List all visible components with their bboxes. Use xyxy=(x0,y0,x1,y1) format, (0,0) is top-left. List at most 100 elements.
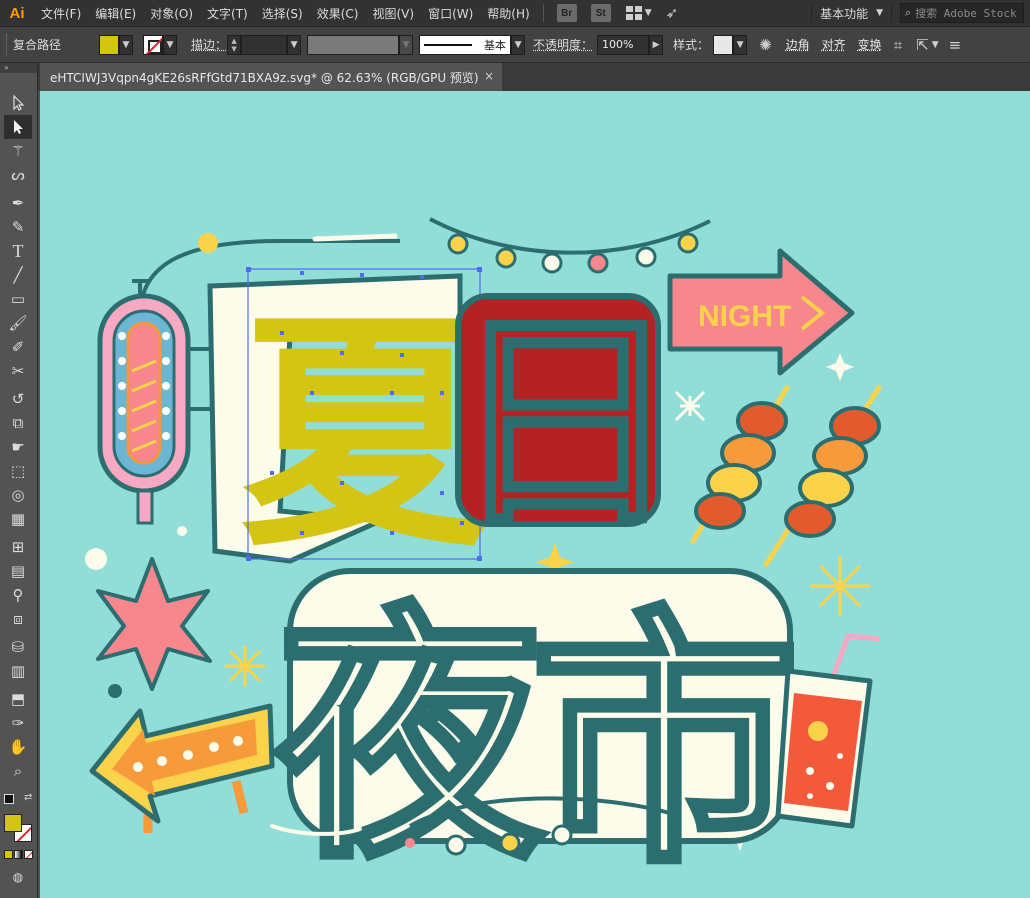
rotate-tool-icon[interactable]: ↺ xyxy=(4,387,32,411)
variable-width-field[interactable] xyxy=(307,34,400,55)
default-colors-icon[interactable] xyxy=(4,794,14,804)
arrange-documents-icon[interactable] xyxy=(625,6,642,20)
fill-dropdown[interactable]: ▼ xyxy=(119,34,134,55)
transform-button[interactable]: 变换 xyxy=(858,36,882,53)
symbol-sprayer-tool-icon[interactable]: ⛁ xyxy=(4,635,32,659)
variable-width-dropdown[interactable]: ▼ xyxy=(399,34,414,55)
select-similar-icon[interactable]: ⇱ xyxy=(916,36,929,54)
tools-collapse-button[interactable]: » xyxy=(0,63,37,73)
app-logo: Ai xyxy=(9,4,25,22)
opacity-expand[interactable]: ▶ xyxy=(649,34,664,55)
paintbrush-tool-icon[interactable]: 🖌 xyxy=(4,311,32,335)
swap-colors-icon[interactable]: ⇄ xyxy=(24,792,32,803)
menu-view[interactable]: 视图(V) xyxy=(365,0,421,27)
gradient-mode-button[interactable] xyxy=(14,850,23,859)
left-arrow-sign xyxy=(89,703,275,833)
isolate-selection-icon[interactable]: ⌗ xyxy=(894,36,902,54)
menu-effect[interactable]: 效果(C) xyxy=(310,0,366,27)
illustrator-window: Ai 文件(F) 编辑(E) 对象(O) 文字(T) 选择(S) 效果(C) 视… xyxy=(0,0,1030,898)
close-tab-icon[interactable]: × xyxy=(482,69,496,83)
chevron-down-icon: ▼ xyxy=(876,8,883,18)
stroke-swatch[interactable] xyxy=(143,34,164,55)
pen-tool-icon[interactable]: ✒ xyxy=(4,191,32,215)
lasso-tool-icon[interactable]: ᔕ xyxy=(4,163,32,187)
fill-swatch[interactable] xyxy=(99,34,120,55)
menu-file[interactable]: 文件(F) xyxy=(34,0,88,27)
document-title: eHTCIWJ3Vqpn4gKE26sRFfGtd71BXA9z.svg* @ … xyxy=(50,70,479,85)
skewer-left xyxy=(689,384,791,545)
workspace-switcher[interactable]: 基本功能 ▼ xyxy=(811,3,892,23)
scissors-tool-icon[interactable]: ✂ xyxy=(4,359,32,383)
stock-button[interactable]: St xyxy=(590,4,611,22)
artboard-canvas[interactable]: 夏 日 NIGHT 夜 市 xyxy=(40,91,1030,898)
menu-bar: Ai 文件(F) 编辑(E) 对象(O) 文字(T) 选择(S) 效果(C) 视… xyxy=(0,0,1030,27)
stroke-weight-field[interactable] xyxy=(241,34,288,55)
line-tool-icon[interactable]: ╱ xyxy=(4,263,32,287)
menu-type[interactable]: 文字(T) xyxy=(200,0,255,27)
type-tool-icon[interactable]: T xyxy=(4,239,32,263)
none-mode-button[interactable] xyxy=(24,850,33,859)
menu-object[interactable]: 对象(O) xyxy=(143,0,200,27)
menu-separator xyxy=(542,4,544,22)
panel-grip[interactable] xyxy=(6,33,9,56)
curvature-tool-icon[interactable]: ✎ xyxy=(4,215,32,239)
corner-button[interactable]: 边角 xyxy=(786,36,810,53)
recolor-artwork-icon[interactable]: ✺ xyxy=(759,36,772,54)
warp-tool-icon[interactable]: ☛ xyxy=(4,435,32,459)
artwork: 夏 日 NIGHT 夜 市 xyxy=(85,217,883,898)
magic-wand-tool-icon[interactable]: ⚚ xyxy=(4,139,32,163)
stroke-weight-dropdown[interactable]: ▼ xyxy=(287,34,302,55)
shape-builder-tool-icon[interactable]: ◎ xyxy=(4,483,32,507)
lantern xyxy=(97,279,218,525)
direct-selection-tool-icon[interactable] xyxy=(4,115,32,139)
chevron-down-icon[interactable]: ▼ xyxy=(645,8,652,18)
document-tab[interactable]: eHTCIWJ3Vqpn4gKE26sRFfGtd71BXA9z.svg* @ … xyxy=(40,63,502,91)
stroke-dropdown[interactable]: ▼ xyxy=(163,34,178,55)
perspective-grid-tool-icon[interactable]: ▦ xyxy=(4,507,32,531)
fill-color-swatch[interactable] xyxy=(4,814,22,832)
style-swatch[interactable] xyxy=(713,34,734,55)
bridge-button[interactable]: Br xyxy=(556,4,577,22)
brush-definition-field[interactable]: 基本 xyxy=(419,34,512,55)
selection-tool-icon[interactable] xyxy=(4,91,32,115)
scale-tool-icon[interactable]: ⧉ xyxy=(4,411,32,435)
hand-tool-icon[interactable]: ✋ xyxy=(4,735,32,759)
opacity-field[interactable]: 100% xyxy=(597,34,650,55)
menu-select[interactable]: 选择(S) xyxy=(255,0,310,27)
search-placeholder: 搜索 Adobe Stock xyxy=(915,7,1017,20)
zoom-tool-icon[interactable]: ⌕ xyxy=(4,759,32,783)
stroke-weight-stepper[interactable]: ▲ ▼ xyxy=(227,34,242,55)
menu-edit[interactable]: 编辑(E) xyxy=(88,0,143,27)
drawing-mode-icon[interactable]: ◍ xyxy=(4,865,32,889)
style-dropdown[interactable]: ▼ xyxy=(733,34,748,55)
style-label: 样式： xyxy=(673,38,710,52)
gpu-performance-icon[interactable]: ➶ xyxy=(666,4,679,22)
control-bar: 复合路径 ▼ ▼ 描边： ▲ ▼ ▼ ▼ 基本 ▼ 不透明度： 100% ▶ 样式… xyxy=(0,27,1030,63)
stroke-label[interactable]: 描边： xyxy=(191,36,227,53)
workspace-label: 基本功能 xyxy=(820,6,869,21)
panel-menu-icon[interactable]: ≡ xyxy=(949,36,962,54)
chevron-down-icon[interactable]: ▼ xyxy=(932,40,939,50)
rectangle-tool-icon[interactable]: ▭ xyxy=(4,287,32,311)
brush-dropdown[interactable]: ▼ xyxy=(511,34,526,55)
align-button[interactable]: 对齐 xyxy=(822,36,846,53)
eyedropper-tool-icon[interactable]: ⚲ xyxy=(4,583,32,607)
stock-search-input[interactable]: ⌕ 搜索 Adobe Stock xyxy=(900,3,1024,23)
mesh-tool-icon[interactable]: ⊞ xyxy=(4,535,32,559)
selection-type-label: 复合路径 xyxy=(13,38,62,52)
column-graph-tool-icon[interactable]: ▥ xyxy=(4,659,32,683)
char-ri[interactable]: 日 xyxy=(448,289,682,560)
menu-help[interactable]: 帮助(H) xyxy=(480,0,536,27)
menu-window[interactable]: 窗口(W) xyxy=(421,0,480,27)
slice-tool-icon[interactable]: ✑ xyxy=(4,711,32,735)
shaper-tool-icon[interactable]: ✐ xyxy=(4,335,32,359)
gradient-tool-icon[interactable]: ▤ xyxy=(4,559,32,583)
artboard-tool-icon[interactable]: ⬒ xyxy=(4,687,32,711)
document-tab-bar: eHTCIWJ3Vqpn4gKE26sRFfGtd71BXA9z.svg* @ … xyxy=(38,63,1030,91)
free-transform-tool-icon[interactable]: ⬚ xyxy=(4,459,32,483)
opacity-label[interactable]: 不透明度： xyxy=(533,36,593,53)
char-shi[interactable]: 市 xyxy=(527,582,803,898)
blend-tool-icon[interactable]: ⧈ xyxy=(4,607,32,631)
burst-white xyxy=(674,390,706,422)
color-mode-button[interactable] xyxy=(4,850,13,859)
